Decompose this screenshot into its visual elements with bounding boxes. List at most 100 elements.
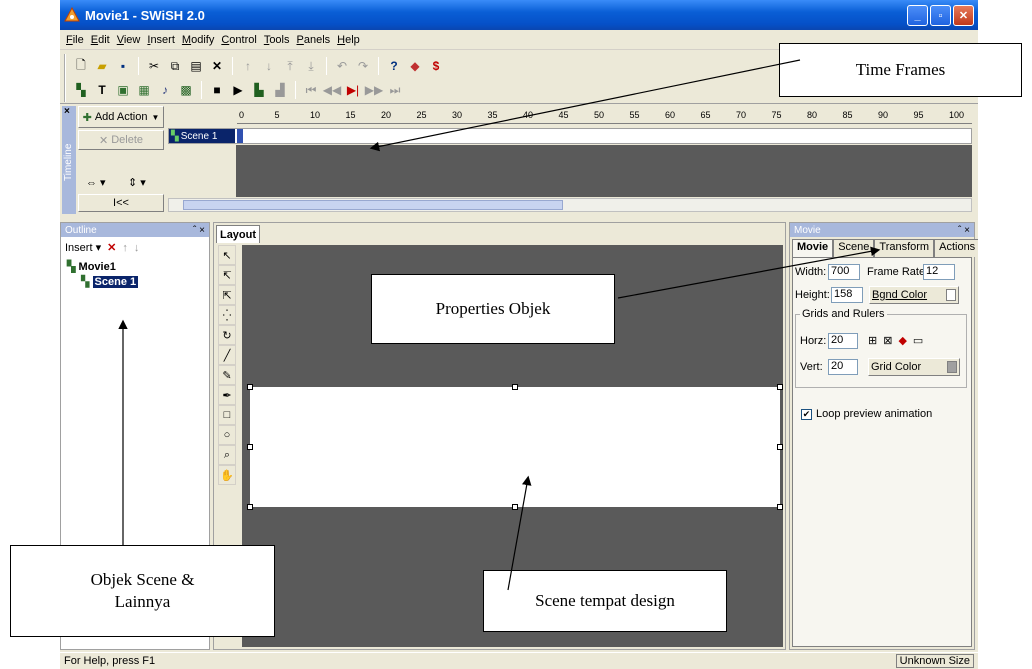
delete-action-button[interactable]: ✕ Delete (78, 130, 164, 150)
play-icon[interactable]: ▶ (229, 81, 247, 99)
tab-movie[interactable]: Movie (792, 239, 834, 257)
resize-handle[interactable] (512, 384, 518, 390)
transform-icon[interactable]: ⁛ (218, 305, 236, 325)
subselect-icon[interactable]: ⇱ (218, 285, 236, 305)
bgnd-color-button[interactable]: Bgnd Color (869, 286, 959, 304)
move-top-icon[interactable]: ⤒ (281, 57, 299, 75)
menu-insert[interactable]: Insert (147, 34, 175, 46)
menu-control[interactable]: Control (221, 34, 256, 46)
playhead[interactable] (237, 129, 243, 143)
resize-handle[interactable] (777, 444, 783, 450)
timeline-ruler[interactable]: 0 5 10 15 20 25 30 35 40 45 50 55 60 65 70 75 80 85 90 95 10… (237, 108, 972, 124)
vertical-zoom-icon[interactable]: ⇕ ▾ (128, 176, 146, 189)
outline-down-icon[interactable]: ↓ (134, 242, 140, 254)
redo-icon[interactable]: ↷ (354, 57, 372, 75)
menu-modify[interactable]: Modify (182, 34, 214, 46)
undo-icon[interactable]: ↶ (333, 57, 351, 75)
next-frame-icon[interactable]: ▶▶ (365, 81, 383, 99)
insert-sound-icon[interactable]: ♪ (156, 81, 174, 99)
add-action-button[interactable]: ✚ Add Action ▼ (78, 106, 164, 128)
purchase-icon[interactable]: $ (427, 57, 445, 75)
tab-scene[interactable]: Scene (833, 239, 875, 257)
current-frame-icon[interactable]: ▶| (344, 81, 362, 99)
new-file-icon[interactable]: 🗋 (72, 57, 90, 75)
insert-effect-icon[interactable]: ▩ (177, 81, 195, 99)
resize-handle[interactable] (512, 504, 518, 510)
insert-scene-icon[interactable]: ▚ (72, 81, 90, 99)
play-effect-icon[interactable]: ▟ (271, 81, 289, 99)
tutorial-icon[interactable]: ◆ (406, 57, 424, 75)
paste-icon[interactable]: ▤ (187, 57, 205, 75)
move-down-icon[interactable]: ↓ (260, 57, 278, 75)
minimize-button[interactable]: _ (907, 5, 928, 26)
resize-handle[interactable] (777, 504, 783, 510)
last-frame-icon[interactable]: ⏭ (386, 81, 404, 99)
tree-item-movie[interactable]: ▚ Movie1 (67, 260, 209, 273)
timeline-scene-label[interactable]: ▚ Scene 1 (169, 129, 235, 143)
vert-field[interactable]: 20 (828, 359, 858, 375)
grid-toggle-icons[interactable]: ⊞⊠◆▭ (868, 334, 929, 347)
menu-panels[interactable]: Panels (297, 34, 331, 46)
copy-icon[interactable]: ⧉ (166, 57, 184, 75)
scene-canvas[interactable] (250, 387, 780, 507)
select-arrow-icon[interactable]: ↖ (218, 245, 236, 265)
time-frames-area[interactable] (236, 145, 972, 197)
cut-icon[interactable]: ✂ (145, 57, 163, 75)
outline-insert-button[interactable]: Insert ▾ (65, 241, 101, 254)
timeline-close-icon[interactable]: × (62, 106, 76, 117)
height-field[interactable]: 158 (831, 287, 863, 303)
maximize-button[interactable]: ▫ (930, 5, 951, 26)
first-frame-icon[interactable]: ⏮ (302, 81, 320, 99)
insert-text-icon[interactable]: T (93, 81, 111, 99)
ellipse-tool-icon[interactable]: ○ (218, 425, 236, 445)
checkbox-checked-icon[interactable]: ✔ (801, 408, 812, 420)
menu-view[interactable]: View (117, 34, 141, 46)
horz-field[interactable]: 20 (828, 333, 858, 349)
line-tool-icon[interactable]: ╱ (218, 345, 236, 365)
insert-group-icon[interactable]: ▦ (135, 81, 153, 99)
menu-edit[interactable]: Edit (91, 34, 110, 46)
timeline-scene-row[interactable]: ▚ Scene 1 (168, 128, 972, 144)
outline-delete-icon[interactable]: ✕ (107, 241, 116, 254)
rewind-button[interactable]: I<< (78, 194, 164, 212)
frame-rate-field[interactable]: 12 (923, 264, 955, 280)
timeline-scrollbar[interactable] (168, 198, 972, 212)
resize-handle[interactable] (247, 384, 253, 390)
resize-handle[interactable] (247, 504, 253, 510)
zoom-tool-icon[interactable]: ⌕ (218, 445, 236, 465)
stop-icon[interactable]: ■ (208, 81, 226, 99)
insert-image-icon[interactable]: ▣ (114, 81, 132, 99)
tree-item-scene[interactable]: ▚ Scene 1 (81, 275, 209, 288)
width-field[interactable]: 700 (828, 264, 860, 280)
play-scene-icon[interactable]: ▙ (250, 81, 268, 99)
grid-color-button[interactable]: Grid Color (868, 358, 960, 376)
delete-icon[interactable]: ✕ (208, 57, 226, 75)
menu-tools[interactable]: Tools (264, 34, 290, 46)
horizontal-zoom-icon[interactable]: ⇔ ▾ (86, 176, 106, 189)
resize-handle[interactable] (777, 384, 783, 390)
prev-frame-icon[interactable]: ◀◀ (323, 81, 341, 99)
move-up-icon[interactable]: ↑ (239, 57, 257, 75)
rotate-icon[interactable]: ↻ (218, 325, 236, 345)
save-icon[interactable]: ▪ (114, 57, 132, 75)
tab-transform[interactable]: Transform (874, 239, 935, 257)
tab-actions[interactable]: Actions (934, 239, 978, 257)
panel-close-icon[interactable]: ˆ × (958, 225, 970, 236)
rectangle-tool-icon[interactable]: □ (218, 405, 236, 425)
tab-layout[interactable]: Layout (216, 225, 260, 243)
timeline-grip[interactable]: × Timeline (62, 106, 76, 214)
loop-preview-option[interactable]: ✔ Loop preview animation (801, 408, 932, 420)
hand-tool-icon[interactable]: ✋ (218, 465, 236, 485)
menu-help[interactable]: Help (337, 34, 360, 46)
resize-handle[interactable] (247, 444, 253, 450)
pen-tool-icon[interactable]: ✒ (218, 385, 236, 405)
move-bottom-icon[interactable]: ⤓ (302, 57, 320, 75)
pencil-tool-icon[interactable]: ✎ (218, 365, 236, 385)
open-folder-icon[interactable]: ▰ (93, 57, 111, 75)
outline-up-icon[interactable]: ↑ (122, 242, 128, 254)
close-button[interactable]: ✕ (953, 5, 974, 26)
panel-close-icon[interactable]: ˆ × (193, 225, 205, 236)
scroll-thumb[interactable] (183, 200, 563, 210)
help-pointer-icon[interactable]: ? (385, 57, 403, 75)
reshape-icon[interactable]: ↸ (218, 265, 236, 285)
